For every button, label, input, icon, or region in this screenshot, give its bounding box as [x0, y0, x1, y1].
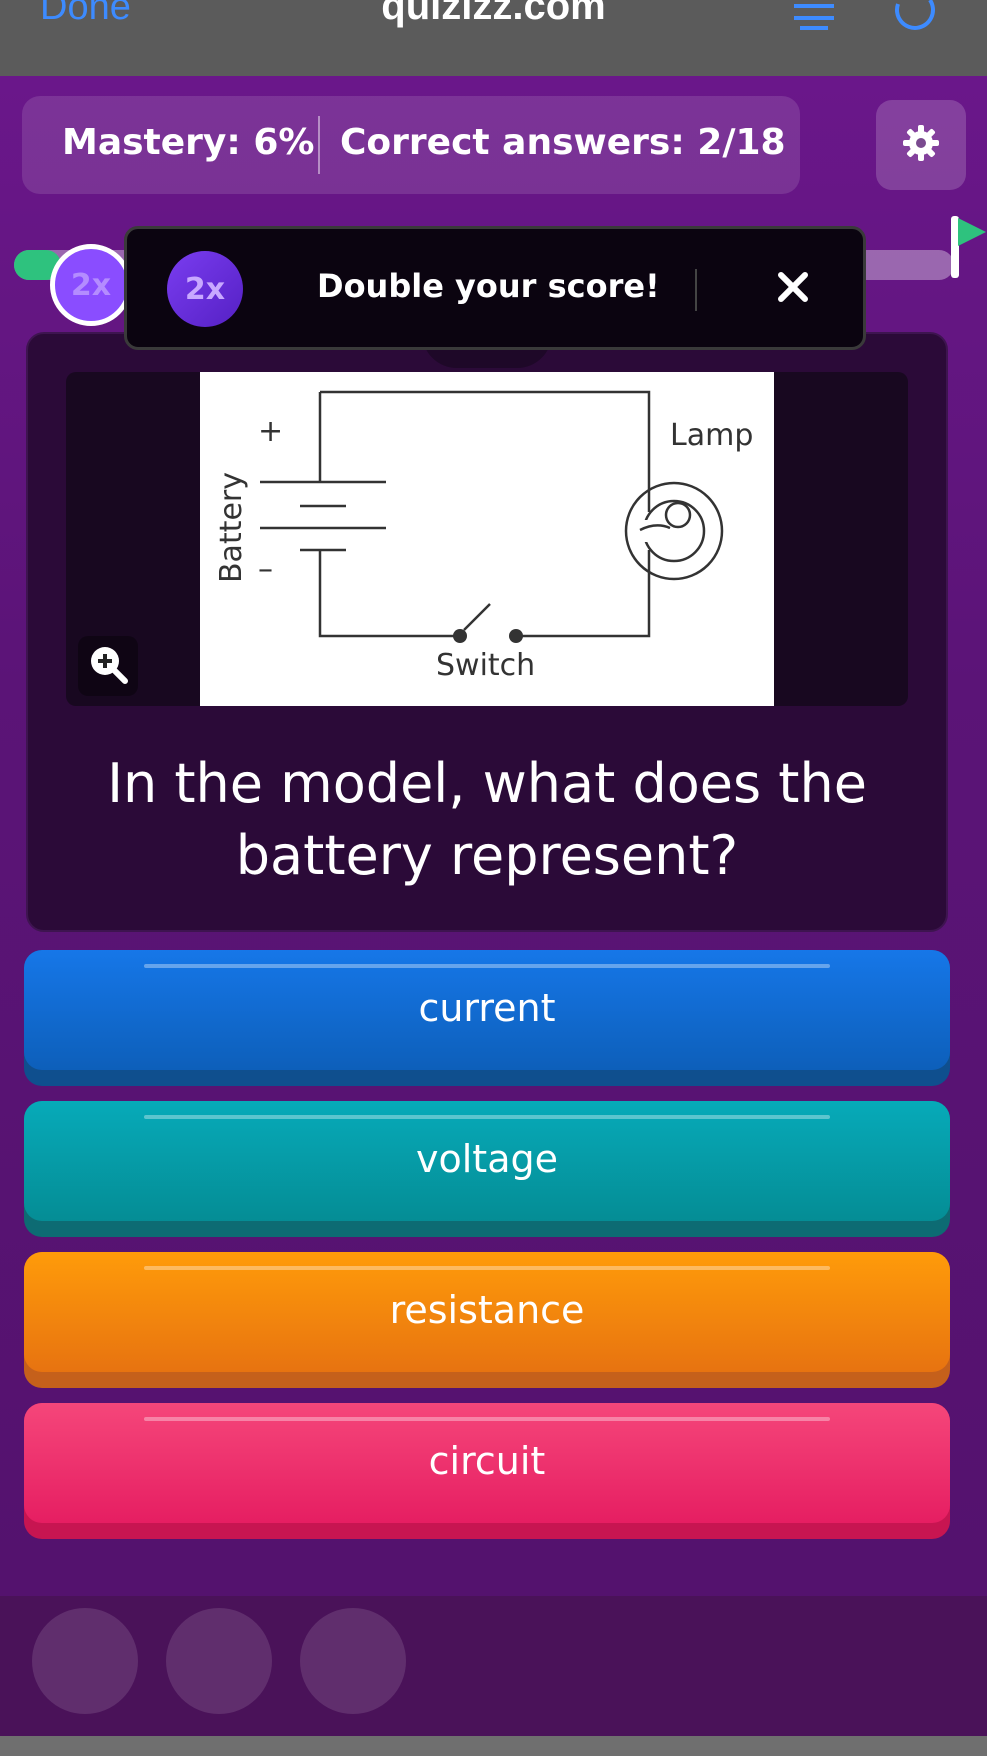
answer-label: current: [418, 986, 556, 1030]
answer-shine: [144, 1417, 830, 1421]
powerup-avatar[interactable]: 2x: [50, 244, 132, 326]
stats-bar: Mastery: 6% Correct answers: 2/18: [22, 96, 800, 194]
answer-label: voltage: [416, 1137, 558, 1181]
answer-option-2[interactable]: voltage: [24, 1101, 950, 1237]
stats-divider: [318, 116, 320, 174]
answer-shine: [144, 1266, 830, 1270]
reload-icon[interactable]: [890, 0, 938, 38]
toast-divider: [695, 269, 697, 311]
powerup-slot-1[interactable]: [32, 1608, 138, 1714]
answer-label: resistance: [389, 1288, 585, 1332]
powerup-avatar-label: 2x: [70, 267, 112, 303]
powerup-slot-3[interactable]: [300, 1608, 406, 1714]
settings-button[interactable]: [876, 100, 966, 190]
browser-toolbar: Done quizizz.com: [0, 0, 987, 76]
answer-shine: [144, 1115, 830, 1119]
reader-icon[interactable]: [790, 0, 838, 38]
answer-option-3[interactable]: resistance: [24, 1252, 950, 1388]
powerup-slot-2[interactable]: [166, 1608, 272, 1714]
powerup-toast: 2x Double your score!: [124, 226, 866, 350]
mastery-stat: Mastery: 6%: [62, 122, 315, 163]
powerup-message: Double your score!: [317, 267, 660, 305]
finish-flag-icon: [958, 218, 986, 246]
question-text: In the model, what does the battery repr…: [107, 752, 867, 887]
answer-option-1[interactable]: current: [24, 950, 950, 1086]
diagram-minus-label: –: [258, 552, 273, 587]
diagram-switch-label: Switch: [436, 648, 536, 683]
answer-label: circuit: [428, 1439, 546, 1483]
double-score-badge-label: 2x: [184, 271, 226, 307]
toast-close-button[interactable]: [763, 259, 823, 319]
bottom-strip: [0, 1736, 987, 1756]
correct-answers-stat: Correct answers: 2/18: [340, 122, 786, 163]
answer-option-4[interactable]: circuit: [24, 1403, 950, 1539]
powerup-tray: [0, 1596, 987, 1736]
zoom-in-icon: [87, 643, 129, 689]
gear-icon: [901, 123, 941, 167]
url-bar[interactable]: quizizz.com: [0, 0, 987, 29]
close-icon: [776, 270, 810, 308]
diagram-lamp-label: Lamp: [670, 418, 754, 453]
diagram-plus-label: +: [258, 414, 284, 449]
answer-shine: [144, 964, 830, 968]
zoom-button[interactable]: [78, 636, 138, 696]
double-score-badge: 2x: [167, 251, 243, 327]
diagram-battery-label: Battery: [214, 471, 250, 584]
